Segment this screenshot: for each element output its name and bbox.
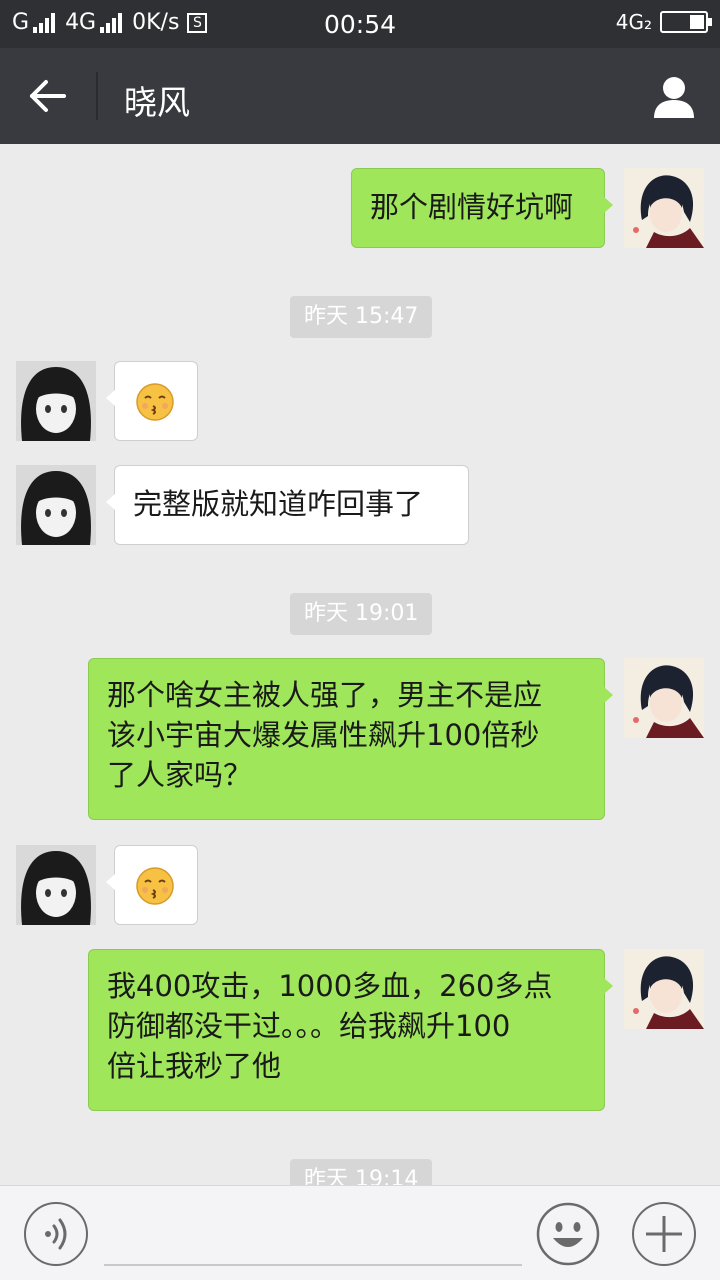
girl-avatar-icon xyxy=(16,361,96,441)
message-bubble-received[interactable]: 完整版就知道咋回事了 xyxy=(106,465,469,545)
message-line: 倍让我秒了他 xyxy=(107,1049,282,1083)
girl-avatar-icon xyxy=(16,465,96,545)
chat-title: 晓风 xyxy=(124,83,190,122)
message-line: 该小宇宙大爆发属性飙升100倍秒 xyxy=(107,718,540,752)
status-bar: G 4G 0K/s S 00:54 4G₂ xyxy=(0,0,720,48)
clock: 00:54 xyxy=(323,10,397,39)
message-line: 防御都没干过。。。给我飙升100 xyxy=(107,1009,511,1043)
message-line: 了人家吗？ xyxy=(107,758,253,792)
message-line: 那个啥女主被人强了，男主不是应 xyxy=(107,678,543,712)
smiley-icon xyxy=(536,1202,600,1266)
contact-avatar[interactable] xyxy=(16,845,96,925)
title-bar: 晓风 xyxy=(0,48,720,144)
message-text: 完整版就知道咋回事了 xyxy=(133,487,424,521)
person-icon xyxy=(654,77,694,118)
timestamp: 昨天 19:14 xyxy=(290,1159,433,1185)
message-bubble-sent[interactable]: 那个剧情好坑啊 xyxy=(351,168,613,248)
my-avatar[interactable] xyxy=(624,658,704,738)
back-button[interactable] xyxy=(24,74,72,118)
chat-area[interactable]: 那个剧情好坑啊 昨天 15:47 完整版就知道咋回事了 昨天 19:01 那个啥… xyxy=(0,144,720,1185)
timestamp: 昨天 19:01 xyxy=(290,593,433,635)
boy-avatar-icon xyxy=(624,949,704,1029)
voice-icon xyxy=(45,1218,67,1250)
message-text: 那个剧情好坑啊 xyxy=(370,190,574,224)
plus-icon xyxy=(646,1216,682,1252)
message-bubble-received[interactable] xyxy=(106,361,198,441)
boy-avatar-icon xyxy=(624,168,704,248)
message-input[interactable] xyxy=(104,1264,522,1266)
profile-button[interactable] xyxy=(650,72,698,120)
voice-button[interactable] xyxy=(24,1202,88,1266)
my-avatar[interactable] xyxy=(624,168,704,248)
contact-avatar[interactable] xyxy=(16,465,96,545)
arrow-left-icon xyxy=(30,80,66,112)
my-avatar[interactable] xyxy=(624,949,704,1029)
message-bubble-received[interactable] xyxy=(106,845,198,925)
boy-avatar-icon xyxy=(624,658,704,738)
message-bubble-sent[interactable]: 那个啥女主被人强了，男主不是应 该小宇宙大爆发属性飙升100倍秒 了人家吗？ xyxy=(88,658,613,820)
kissing-face-icon xyxy=(136,383,174,421)
timestamp: 昨天 15:47 xyxy=(290,296,433,338)
emoji-button[interactable] xyxy=(536,1202,600,1266)
more-options-button[interactable] xyxy=(632,1202,696,1266)
network-indicator: 4G₂ xyxy=(615,10,652,34)
status-right: 4G₂ xyxy=(615,10,712,34)
input-bar xyxy=(0,1185,720,1280)
contact-avatar[interactable] xyxy=(16,361,96,441)
message-line: 我400攻击，1000多血，260多点 xyxy=(107,969,553,1003)
title-divider xyxy=(96,72,98,120)
girl-avatar-icon xyxy=(16,845,96,925)
battery-icon xyxy=(660,11,712,33)
message-bubble-sent[interactable]: 我400攻击，1000多血，260多点 防御都没干过。。。给我飙升100 倍让我… xyxy=(88,949,613,1111)
kissing-face-icon xyxy=(136,867,174,905)
